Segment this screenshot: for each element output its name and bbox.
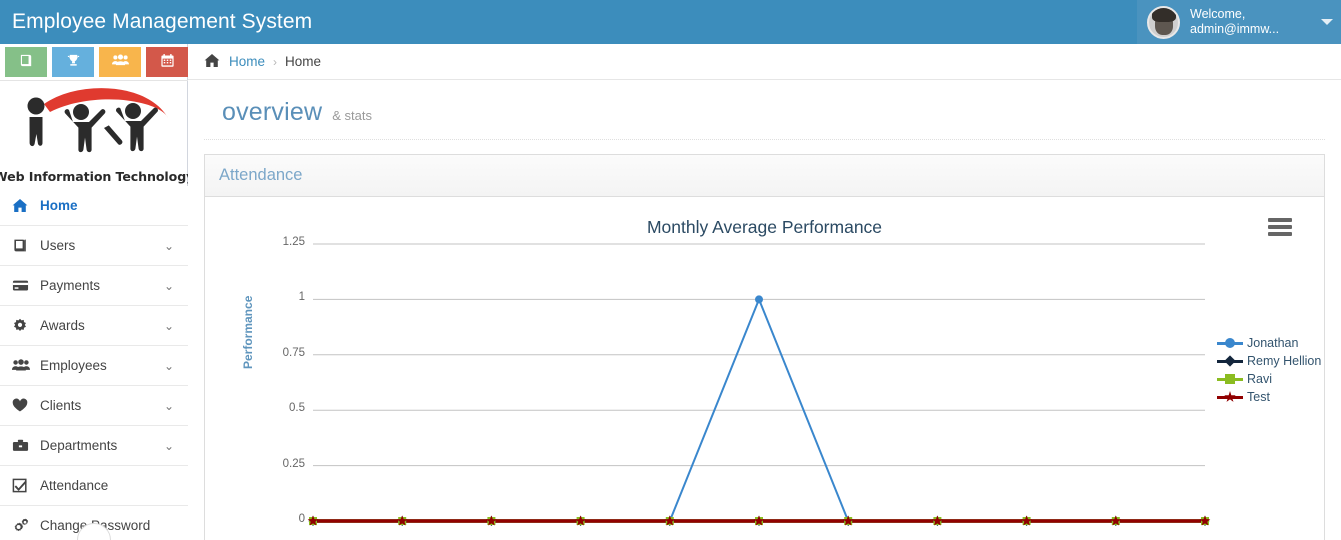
company-logo: Web Information Technology: [0, 81, 194, 186]
chevron-down-icon[interactable]: ⌄: [164, 439, 174, 453]
page-title: overview: [222, 98, 323, 126]
chevron-down-icon[interactable]: ⌄: [164, 319, 174, 333]
book-icon: [12, 238, 36, 253]
diamond-marker-icon: [1217, 354, 1243, 368]
group-icon: [111, 53, 129, 72]
welcome-label: Welcome,: [1190, 7, 1246, 21]
awards-shortcut[interactable]: [52, 47, 94, 77]
breadcrumb-separator: ›: [273, 54, 278, 69]
panel-header: Attendance: [205, 155, 1324, 197]
user-menu[interactable]: Welcome, admin@immw...: [1137, 0, 1341, 44]
sidebar-item-home[interactable]: Home: [0, 186, 201, 226]
sidebar: Web Information Technology Home Users ⌄: [0, 44, 201, 540]
home-icon: [12, 198, 36, 213]
panel-body: Monthly Average Performance Performance …: [205, 197, 1324, 540]
attendance-panel: Attendance Monthly Average Performance P…: [204, 154, 1325, 540]
chart-legend: Jonathan Remy Hellion Ravi Test: [1217, 334, 1321, 406]
book-icon: [19, 53, 34, 72]
app-title: Employee Management System: [12, 10, 313, 33]
employees-shortcut[interactable]: [99, 47, 141, 77]
legend-label: Test: [1247, 390, 1270, 404]
chevron-down-icon[interactable]: ⌄: [164, 239, 174, 253]
top-header-bar: Employee Management System Welcome, admi…: [0, 0, 1341, 44]
sidebar-item-label: Employees: [40, 358, 107, 373]
welcome-text: Welcome, admin@immw...: [1190, 7, 1279, 37]
sidebar-item-employees[interactable]: Employees ⌄: [0, 346, 188, 386]
page-header: overview & stats: [204, 80, 1325, 140]
chevron-down-icon[interactable]: ⌄: [164, 399, 174, 413]
briefcase-icon: [12, 438, 36, 453]
main-content: Home › Home overview & stats Attendance …: [188, 44, 1341, 540]
chart-plot-area: [307, 243, 1211, 526]
breadcrumb-link-home[interactable]: Home: [229, 54, 265, 69]
sidebar-item-users[interactable]: Users ⌄: [0, 226, 188, 266]
imm-logo-icon: [8, 84, 180, 171]
home-icon: [204, 53, 220, 71]
sidebar-item-label: Awards: [40, 318, 85, 333]
performance-chart: Monthly Average Performance Performance …: [205, 197, 1324, 540]
logo-tagline: Web Information Technology: [0, 169, 195, 184]
sidebar-item-label: Attendance: [40, 478, 109, 493]
legend-item-ravi[interactable]: Ravi: [1217, 370, 1321, 388]
legend-label: Jonathan: [1247, 336, 1299, 350]
checkbox-icon: [12, 478, 36, 493]
card-icon: [12, 278, 36, 293]
legend-label: Ravi: [1247, 372, 1273, 386]
calendar-icon: [160, 53, 175, 72]
star-marker-icon: [1217, 390, 1243, 404]
breadcrumb-current: Home: [285, 54, 322, 69]
sidebar-menu: Home Users ⌄ Payments ⌄ Awards ⌄ Employe…: [0, 186, 201, 540]
square-marker-icon: [1217, 372, 1243, 386]
chevron-down-icon[interactable]: ⌄: [164, 359, 174, 373]
sidebar-item-attendance[interactable]: Attendance: [0, 466, 188, 506]
sidebar-item-label: Payments: [40, 278, 101, 293]
legend-item-test[interactable]: Test: [1217, 388, 1321, 406]
gears-icon: [12, 518, 36, 533]
award-icon: [12, 318, 36, 333]
sidebar-item-awards[interactable]: Awards ⌄: [0, 306, 188, 346]
legend-label: Remy Hellion: [1247, 354, 1322, 368]
sidebar-item-label: Users: [40, 238, 76, 253]
avatar: [1147, 5, 1180, 39]
heart-icon: [12, 398, 36, 413]
group-icon: [12, 358, 36, 373]
panel-title: Attendance: [219, 166, 303, 184]
circle-marker-icon: [1217, 336, 1243, 350]
trophy-icon: [66, 53, 81, 72]
chevron-down-icon[interactable]: [1321, 19, 1333, 25]
breadcrumb: Home › Home: [188, 44, 1341, 80]
sidebar-item-label: Clients: [40, 398, 82, 413]
page-subtitle: & stats: [332, 108, 372, 123]
sidebar-item-label: Departments: [40, 438, 118, 453]
sidebar-item-label: Home: [40, 198, 78, 213]
calendar-shortcut[interactable]: [146, 47, 188, 77]
sidebar-item-clients[interactable]: Clients ⌄: [0, 386, 188, 426]
user-email-label: admin@immw...: [1190, 22, 1280, 36]
legend-item-jonathan[interactable]: Jonathan: [1217, 334, 1321, 352]
sidebar-shortcut-row: [0, 44, 188, 81]
sidebar-item-payments[interactable]: Payments ⌄: [0, 266, 188, 306]
book-shortcut[interactable]: [5, 47, 47, 77]
chevron-down-icon[interactable]: ⌄: [164, 279, 174, 293]
sidebar-item-departments[interactable]: Departments ⌄: [0, 426, 188, 466]
legend-item-remy-hellion[interactable]: Remy Hellion: [1217, 352, 1321, 370]
